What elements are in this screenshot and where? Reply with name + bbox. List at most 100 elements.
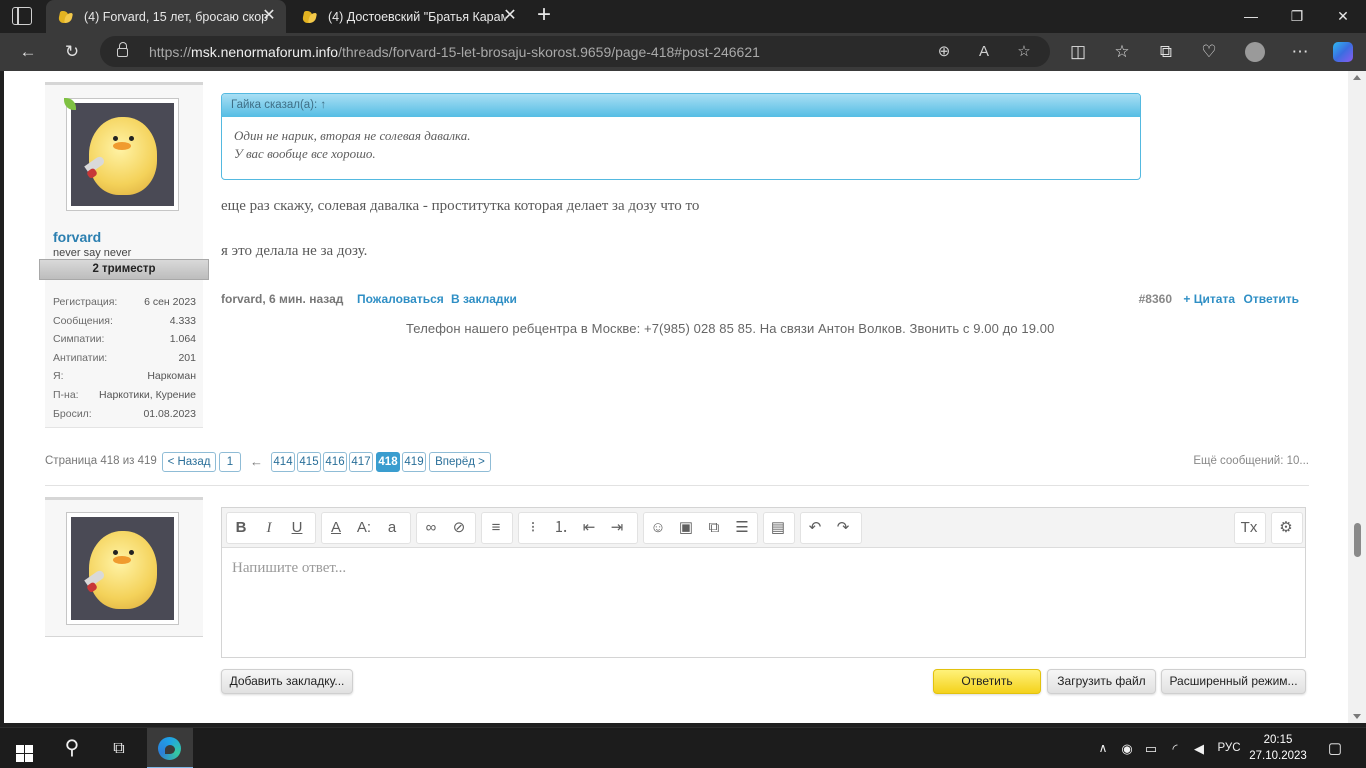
link-icon[interactable]: ∞ [417, 513, 445, 543]
favorites-icon[interactable]: ☆ [1107, 38, 1137, 66]
page-link[interactable]: 415 [297, 452, 321, 472]
indent-icon[interactable]: ⇥ [603, 513, 631, 543]
page-jump-arrow[interactable]: ← [250, 454, 263, 469]
format-group: B I U [226, 512, 316, 544]
smiley-icon[interactable]: ☺ [644, 513, 672, 543]
wifi-icon[interactable]: ◜ [1164, 728, 1186, 768]
save-draft-icon[interactable]: ▤ [764, 513, 792, 543]
page-link[interactable]: 416 [323, 452, 347, 472]
quote-line: У вас вообще все хорошо. [234, 146, 376, 161]
taskbar-clock[interactable]: 20:15 27.10.2023 [1248, 732, 1308, 764]
more-insert-icon[interactable]: ☰ [728, 513, 756, 543]
scroll-up-icon[interactable] [1353, 75, 1361, 80]
reply-textarea[interactable]: Напишите ответ... [222, 548, 1305, 589]
text-color-icon[interactable]: A [322, 513, 350, 543]
edge-taskbar-icon[interactable] [147, 728, 193, 768]
report-link[interactable]: Пожаловаться [357, 292, 444, 306]
history-group: ↶ ↷ [800, 512, 862, 544]
outdent-icon[interactable]: ⇤ [575, 513, 603, 543]
collections-icon[interactable]: ⧉ [1151, 38, 1181, 66]
font-family-icon[interactable]: a [378, 513, 406, 543]
user-avatar[interactable] [66, 98, 179, 211]
task-view-icon[interactable]: ⧉ [96, 728, 142, 768]
show-hidden-icons[interactable]: ∧ [1092, 728, 1114, 768]
language-indicator[interactable]: РУС [1212, 728, 1246, 768]
settings-menu-icon[interactable]: ⋯ [1285, 38, 1315, 66]
underline-icon[interactable]: U [283, 513, 311, 543]
copilot-icon[interactable] [1328, 38, 1358, 66]
performance-icon[interactable]: ♡ [1194, 38, 1224, 66]
page-link[interactable]: 417 [349, 452, 373, 472]
maximize-icon[interactable]: ❐ [1274, 0, 1320, 33]
back-icon[interactable]: ← [13, 38, 43, 66]
search-icon[interactable]: ⚲ [50, 728, 94, 768]
reply-link[interactable]: Ответить [1244, 292, 1299, 306]
font-size-icon[interactable]: A: [350, 513, 378, 543]
page-scrollbar[interactable] [1348, 71, 1366, 723]
unlink-icon[interactable]: ⊘ [445, 513, 473, 543]
bullet-list-icon[interactable]: ⁝ [519, 513, 547, 543]
more-messages-link[interactable]: Ещё сообщений: 10... [1193, 455, 1309, 467]
prev-page-button[interactable]: < Назад [162, 452, 216, 472]
clear-format-icon[interactable]: Tx [1235, 513, 1263, 543]
post-author-time[interactable]: forvard, 6 мин. назад [221, 292, 343, 306]
tab-actions-icon[interactable] [12, 7, 32, 25]
clear-group: Tx [1234, 512, 1266, 544]
media-icon[interactable]: ⧉ [700, 513, 728, 543]
quote-link[interactable]: + Цитата [1183, 292, 1235, 306]
quote-author-link[interactable]: Гайка сказал(а): ↑ [222, 94, 1140, 117]
stat-label: Регистрация: [53, 296, 118, 308]
advanced-mode-button[interactable]: Расширенный режим... [1161, 669, 1306, 694]
minimize-icon[interactable]: — [1228, 0, 1274, 33]
stat-label: П-на: [53, 388, 79, 401]
submit-reply-button[interactable]: Ответить [933, 669, 1041, 694]
close-tab-icon[interactable]: ✕ [261, 8, 277, 24]
stat-label: Сообщения: [53, 314, 113, 327]
new-tab-icon[interactable]: + [533, 3, 555, 27]
toggle-source-icon[interactable]: ⚙ [1272, 513, 1300, 543]
split-screen-icon[interactable]: ◫ [1063, 38, 1093, 66]
redo-icon[interactable]: ↷ [829, 513, 857, 543]
numbered-list-icon[interactable]: ⒈ [547, 513, 575, 543]
image-icon[interactable]: ▣ [672, 513, 700, 543]
upload-file-button[interactable]: Загрузить файл [1047, 669, 1156, 694]
url-scheme: https:// [149, 44, 192, 60]
post-meta: forvard, 6 мин. назад Пожаловаться В зак… [221, 292, 1299, 310]
next-page-button[interactable]: Вперёд > [429, 452, 491, 472]
scroll-down-icon[interactable] [1353, 714, 1361, 719]
address-bar[interactable]: https://msk.nenormaforum.info/threads/fo… [100, 36, 1050, 67]
close-tab-icon[interactable]: ✕ [502, 8, 518, 24]
tab-forvard[interactable]: (4) Forvard, 15 лет, бросаю скор ✕ [46, 0, 286, 33]
scrollbar-thumb[interactable] [1354, 523, 1361, 557]
source-group: ⚙ [1271, 512, 1303, 544]
bold-icon[interactable]: B [227, 513, 255, 543]
username-link[interactable]: forvard [53, 229, 101, 245]
page-link[interactable]: 414 [271, 452, 295, 472]
refresh-icon[interactable]: ↻ [57, 38, 87, 66]
profile-avatar[interactable] [1240, 38, 1270, 66]
read-aloud-icon[interactable]: A [973, 41, 995, 63]
url-text: https://msk.nenormaforum.info/threads/fo… [149, 44, 760, 60]
bookmark-link[interactable]: В закладки [451, 292, 517, 306]
meet-now-icon[interactable]: ◉ [1116, 728, 1138, 768]
lock-icon [117, 42, 128, 57]
user-avatar[interactable] [66, 512, 179, 625]
notifications-icon[interactable]: ▢ [1318, 728, 1352, 768]
stat-label: Симпатии: [53, 333, 105, 346]
post-number-link[interactable]: #8360 [1139, 292, 1172, 306]
page-link[interactable]: 419 [402, 452, 426, 472]
window-close-icon[interactable]: ✕ [1320, 0, 1366, 33]
avatar-image [71, 517, 174, 620]
add-bookmark-button[interactable]: Добавить закладку... [221, 669, 353, 694]
battery-icon[interactable]: ▭ [1140, 728, 1162, 768]
tab-dostoevsky[interactable]: (4) Достоевский "Братья Карам ✕ [290, 0, 527, 33]
windows-start-icon[interactable] [0, 728, 48, 768]
page-link[interactable]: 1 [219, 452, 241, 472]
zoom-icon[interactable]: ⊕ [933, 41, 955, 63]
stat-value[interactable]: 4.333 [170, 312, 196, 331]
undo-icon[interactable]: ↶ [801, 513, 829, 543]
align-icon[interactable]: ≡ [482, 513, 510, 543]
italic-icon[interactable]: I [255, 513, 283, 543]
volume-icon[interactable]: ◀ [1188, 728, 1210, 768]
favorite-star-icon[interactable]: ☆ [1013, 41, 1035, 63]
